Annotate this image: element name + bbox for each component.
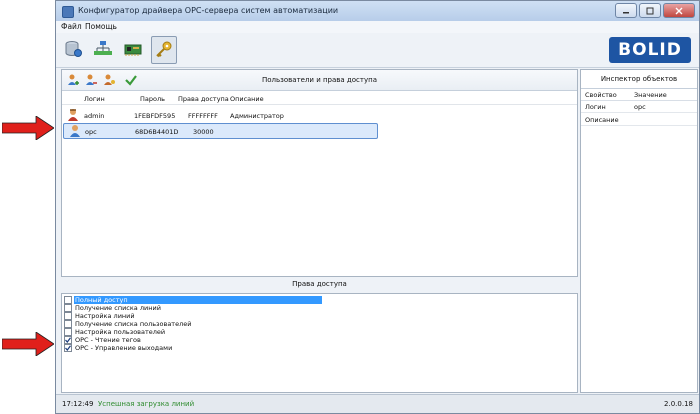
cell-rights: 30000 [193, 128, 214, 136]
users-panel-header: Пользователи и права доступа [62, 70, 577, 91]
device-card-icon [124, 44, 142, 56]
right-label: Полный доступ [74, 296, 322, 304]
status-bar: 17:12:49 Успешная загрузка линий 2.0.0.1… [56, 394, 699, 413]
bolid-logo: BOLID [609, 37, 691, 63]
inspector-value[interactable]: opc [634, 103, 646, 111]
checkbox[interactable] [64, 328, 72, 336]
admin-user-icon [68, 109, 78, 121]
inspector-col-value: Значение [634, 91, 667, 99]
annotation-arrow-user [2, 116, 54, 140]
right-item-lines-list[interactable]: Получение списка линий [64, 304, 162, 312]
minimize-button[interactable] [615, 3, 637, 18]
main-toolbar: BOLID [56, 33, 699, 68]
right-label: Получение списка линий [75, 304, 161, 312]
toolbar-network-button[interactable] [91, 36, 115, 62]
right-item-users-config[interactable]: Настройка пользователей [64, 328, 166, 336]
checkbox-checked[interactable] [64, 344, 72, 352]
checkmark-icon [65, 337, 71, 343]
cell-rights: FFFFFFFF [188, 112, 218, 120]
cell-description: Администратор [230, 112, 284, 120]
toolbar-device-button[interactable] [121, 36, 145, 62]
right-label: OPC - Управление выходами [75, 344, 173, 352]
title-bar: Конфигуратор драйвера OPC-сервера систем… [56, 1, 699, 22]
checkbox-checked[interactable] [64, 336, 72, 344]
checkbox[interactable] [64, 304, 72, 312]
inspector-col-property: Свойство [585, 91, 617, 99]
users-panel-title: Пользователи и права доступа [262, 76, 377, 84]
rights-panel-title: Права доступа [292, 280, 347, 288]
inspector-property: Описание [585, 116, 619, 124]
rights-panel: Полный доступ Получение списка линий Нас… [61, 293, 578, 393]
inspector-title: Инспектор объектов [600, 75, 678, 83]
right-item-full-access[interactable]: Полный доступ [64, 296, 322, 304]
menu-help[interactable]: Помощь [85, 22, 117, 31]
inspector-row-login[interactable]: Логин opc [581, 100, 697, 113]
app-icon [62, 6, 74, 18]
network-tree-icon [94, 41, 112, 55]
col-rights[interactable]: Права доступа [178, 95, 229, 103]
right-item-opc-read[interactable]: OPC - Чтение тегов [64, 336, 142, 344]
user-icon [70, 125, 80, 137]
menu-file[interactable]: Файл [61, 22, 82, 31]
right-item-users-list[interactable]: Получение списка пользователей [64, 320, 192, 328]
toolbar-database-button[interactable] [61, 36, 85, 62]
app-window: Конфигуратор драйвера OPC-сервера систем… [55, 0, 700, 414]
annotation-arrow-rights [2, 332, 54, 356]
status-time: 17:12:49 [62, 400, 94, 408]
right-label: Настройка пользователей [75, 328, 166, 336]
right-item-lines-config[interactable]: Настройка линий [64, 312, 136, 320]
window-title: Конфигуратор драйвера OPC-сервера систем… [78, 6, 339, 15]
right-label: Получение списка пользователей [75, 320, 192, 328]
right-label: OPC - Чтение тегов [75, 336, 141, 344]
close-button[interactable] [663, 3, 695, 18]
inspector-row-description[interactable]: Описание [581, 113, 697, 126]
col-description[interactable]: Описание [230, 95, 264, 103]
col-password[interactable]: Пароль [140, 95, 165, 103]
right-label: Настройка линий [75, 312, 135, 320]
toolbar-keys-button[interactable] [151, 36, 177, 64]
maximize-icon [646, 7, 654, 14]
cell-login: admin [84, 112, 105, 120]
checkbox[interactable] [64, 320, 72, 328]
cell-password: 68D6B4401D [135, 128, 179, 136]
key-icon [156, 41, 172, 58]
checkmark-icon [65, 345, 71, 351]
database-icon [65, 41, 82, 57]
cell-password: 1FEBFDF595 [134, 112, 176, 120]
maximize-button[interactable] [639, 3, 661, 18]
table-row-admin[interactable]: admin 1FEBFDF595 FFFFFFFF Администратор [62, 108, 577, 122]
users-panel: Пользователи и права доступа Логин Парол… [61, 69, 578, 277]
cell-login: opc [85, 128, 97, 136]
object-inspector: Инспектор объектов Свойство Значение Лог… [580, 69, 698, 393]
status-message: Успешная загрузка линий [98, 400, 195, 408]
checkbox[interactable] [64, 312, 72, 320]
close-icon [675, 7, 683, 14]
inspector-property: Логин [585, 103, 606, 111]
col-login[interactable]: Логин [84, 95, 105, 103]
users-table-header: Логин Пароль Права доступа Описание [62, 92, 577, 105]
minimize-icon [623, 11, 629, 13]
checkbox[interactable] [64, 296, 72, 304]
status-version: 2.0.0.18 [664, 400, 693, 408]
right-item-opc-outputs[interactable]: OPC - Управление выходами [64, 344, 173, 352]
table-row-opc[interactable]: opc 68D6B4401D 30000 [63, 123, 378, 139]
